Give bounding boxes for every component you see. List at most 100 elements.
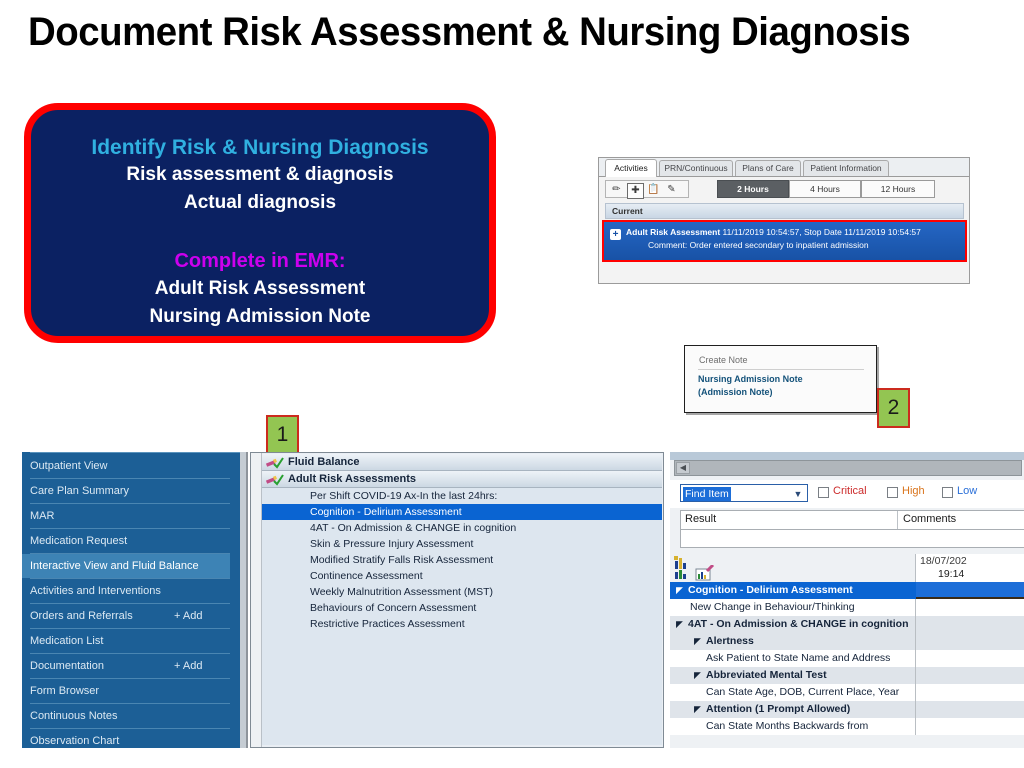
create-note-divider [698, 369, 864, 370]
pen-check-icon [265, 474, 284, 486]
navigator-item-falls-risk[interactable]: Modified Stratify Falls Risk Assessment [262, 552, 662, 568]
time-range-4-hours[interactable]: 4 Hours [789, 180, 861, 198]
navigator-item-covid-ax[interactable]: Per Shift COVID-19 Ax-In the last 24hrs: [262, 488, 662, 504]
chevron-down-icon[interactable]: ▼ [791, 488, 805, 500]
cell-divider [915, 616, 916, 633]
activities-tabbar: Activities PRN/Continuous Plans of Care … [599, 158, 969, 177]
sidebar-item-medication-request[interactable]: Medication Request [22, 529, 240, 553]
cell-divider [915, 701, 916, 718]
cell-divider [915, 633, 916, 650]
sidebar-item-observation-chart[interactable]: Observation Chart [22, 729, 240, 748]
flowsheet-row-months-backwards[interactable]: Can State Months Backwards from [670, 718, 1024, 735]
tab-plans-of-care[interactable]: Plans of Care [735, 160, 801, 176]
flowsheet-pane: ◀ Find Item ▼ Critical High Low Result C… [670, 452, 1024, 748]
menu-edge-line [246, 452, 248, 748]
navigator-section-adult-risk-assessments[interactable]: Adult Risk Assessments [262, 471, 662, 488]
cell-divider [915, 667, 916, 684]
documentation-add-button[interactable]: + Add [174, 654, 202, 678]
sidebar-item-documentation[interactable]: Documentation [22, 654, 240, 678]
sidebar-item-outpatient-view[interactable]: Outpatient View [22, 454, 240, 478]
activities-toolbar: ✏ ✚ 📋 ✎ [605, 180, 689, 199]
result-column-header: Result [685, 513, 717, 525]
flowsheet-row-label: 4AT - On Admission & CHANGE in cognition [688, 618, 909, 630]
low-checkbox[interactable] [942, 487, 953, 498]
flowsheet-row-label: Alertness [706, 635, 754, 647]
flowsheet-row-label: Can State Age, DOB, Current Place, Year [706, 686, 900, 698]
scroll-left-arrow-icon[interactable]: ◀ [676, 462, 690, 474]
navigator-scrollbar[interactable] [251, 453, 262, 747]
time-range-12-hours[interactable]: 12 Hours [861, 180, 935, 198]
navigator-item-malnutrition[interactable]: Weekly Malnutrition Assessment (MST) [262, 584, 662, 600]
flowsheet-row-label: Abbreviated Mental Test [706, 669, 827, 681]
result-entry-area[interactable] [680, 530, 1024, 548]
collapse-triangle-icon[interactable]: ◤ [694, 701, 701, 718]
navigator-item-behaviours-concern[interactable]: Behaviours of Concern Assessment [262, 600, 662, 616]
order-row-highlight-box: + Adult Risk Assessment 11/11/2019 10:54… [602, 220, 967, 262]
flowsheet-row-new-change-behaviour[interactable]: New Change in Behaviour/Thinking [670, 599, 1024, 616]
sidebar-item-activities-interventions[interactable]: Activities and Interventions [22, 579, 240, 603]
high-checkbox[interactable] [887, 487, 898, 498]
flowsheet-row-state-age-dob[interactable]: Can State Age, DOB, Current Place, Year [670, 684, 1024, 701]
emr-screenshot: Outpatient View Care Plan Summary MAR Me… [22, 452, 1024, 748]
step-badge-1: 1 [266, 415, 299, 455]
add-box-icon[interactable]: ✚ [627, 183, 644, 199]
column-date: 18/07/202 [920, 555, 967, 567]
activity-order-row[interactable]: + Adult Risk Assessment 11/11/2019 10:54… [604, 222, 965, 260]
navigator-section-fluid-balance[interactable]: Fluid Balance [262, 454, 662, 471]
flowsheet-date-column: 18/07/202 19:14 [915, 554, 1024, 582]
navigator-item-continence[interactable]: Continence Assessment [262, 568, 662, 584]
sidebar-item-continuous-notes[interactable]: Continuous Notes [22, 704, 240, 728]
callout-line-1: Risk assessment & diagnosis [126, 164, 394, 185]
flowsheet-row-alertness[interactable]: ◤ Alertness [670, 633, 1024, 650]
collapse-triangle-icon[interactable]: ◤ [676, 582, 683, 599]
collapse-triangle-icon[interactable]: ◤ [676, 616, 683, 633]
sidebar-item-medication-list[interactable]: Medication List [22, 629, 240, 653]
find-item-dropdown[interactable]: Find Item ▼ [680, 484, 808, 502]
order-name: Adult Risk Assessment [626, 227, 721, 237]
navigator-item-4at[interactable]: 4AT - On Admission & CHANGE in cognition [262, 520, 662, 536]
flowsheet-row-cognition-delirium[interactable]: ◤ Cognition - Delirium Assessment [670, 582, 1024, 599]
signed-document-icon[interactable]: ✎ [664, 183, 679, 197]
result-comments-header: Result Comments [680, 510, 1024, 530]
sidebar-item-form-browser[interactable]: Form Browser [22, 679, 240, 703]
cell-divider [915, 599, 916, 616]
flowsheet-row-state-name-address[interactable]: Ask Patient to State Name and Address [670, 650, 1024, 667]
navigator-item-skin-pressure[interactable]: Skin & Pressure Injury Assessment [262, 536, 662, 552]
critical-label: Critical [833, 485, 867, 497]
order-detail: 11/11/2019 10:54:57, Stop Date 11/11/201… [722, 227, 921, 237]
flowsheet-row-label: New Change in Behaviour/Thinking [690, 601, 855, 613]
flowsheet-horizontal-scrollbar[interactable]: ◀ [674, 460, 1022, 476]
flowsheet-active-cell[interactable] [916, 582, 1024, 599]
orders-add-button[interactable]: + Add [174, 604, 202, 628]
cell-divider [915, 684, 916, 701]
tab-patient-information[interactable]: Patient Information [803, 160, 889, 176]
order-row-title: Adult Risk Assessment 11/11/2019 10:54:5… [626, 227, 921, 237]
syringe-icon[interactable]: ✏ [609, 183, 624, 197]
tab-prn-continuous[interactable]: PRN/Continuous [659, 160, 733, 176]
navigator-item-cognition-delirium[interactable]: Cognition - Delirium Assessment [262, 504, 662, 520]
flowsheet-row-label: Can State Months Backwards from [706, 720, 869, 732]
pen-check-icon [265, 457, 284, 469]
collapse-triangle-icon[interactable]: ◤ [694, 667, 701, 684]
clipboard-icon[interactable]: 📋 [646, 183, 661, 197]
callout-spacer [31, 217, 489, 247]
sidebar-item-mar[interactable]: MAR [22, 504, 240, 528]
nursing-admission-note-link[interactable]: Nursing Admission Note (Admission Note) [698, 373, 870, 399]
flowsheet-row-abbreviated-mental-test[interactable]: ◤ Abbreviated Mental Test [670, 667, 1024, 684]
sidebar-item-orders-referrals[interactable]: Orders and Referrals [22, 604, 240, 628]
order-add-icon: + [610, 229, 621, 240]
chart-pen-icon[interactable] [694, 565, 716, 581]
column-time: 19:14 [938, 568, 965, 580]
collapse-triangle-icon[interactable]: ◤ [694, 633, 701, 650]
critical-checkbox[interactable] [818, 487, 829, 498]
time-range-2-hours[interactable]: 2 Hours [717, 180, 789, 198]
tab-activities[interactable]: Activities [605, 159, 657, 177]
navigator-item-restrictive[interactable]: Restrictive Practices Assessment [262, 616, 662, 632]
flowsheet-row-4at[interactable]: ◤ 4AT - On Admission & CHANGE in cogniti… [670, 616, 1024, 633]
comments-column-header: Comments [903, 513, 957, 525]
sidebar-item-care-plan-summary[interactable]: Care Plan Summary [22, 479, 240, 503]
sidebar-item-interactive-view[interactable]: Interactive View and Fluid Balance [22, 554, 230, 578]
flowsheet-row-attention[interactable]: ◤ Attention (1 Prompt Allowed) [670, 701, 1024, 718]
callout-emr-item-2: Nursing Admission Note [149, 306, 371, 327]
emr-left-menu: Outpatient View Care Plan Summary MAR Me… [22, 452, 240, 748]
